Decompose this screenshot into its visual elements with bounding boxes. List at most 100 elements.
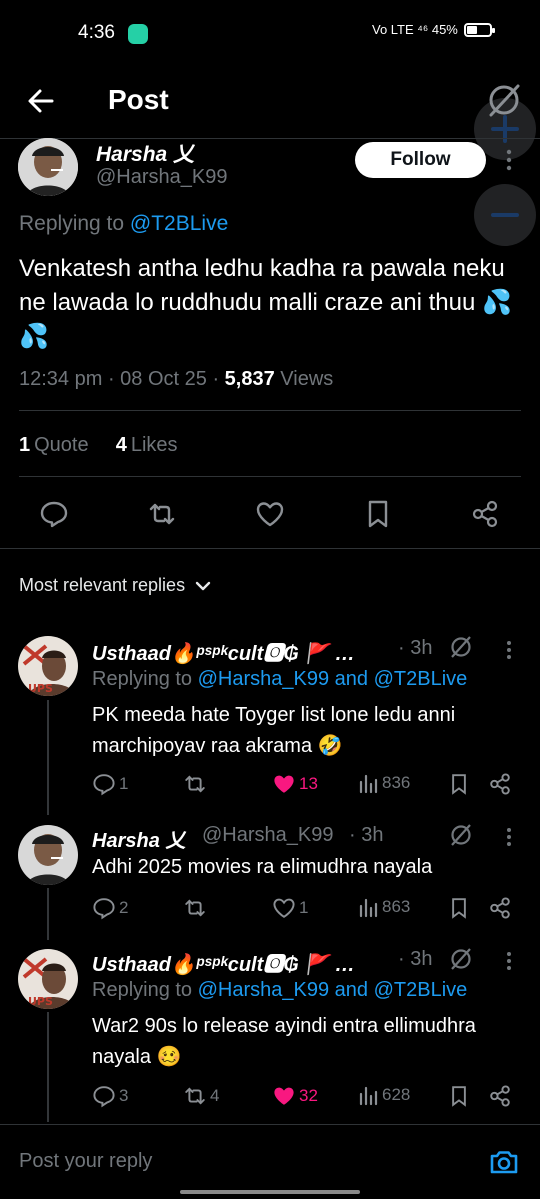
- author-handle[interactable]: @Harsha_K99: [96, 166, 227, 189]
- reply-icon: [93, 898, 115, 920]
- heart-filled-icon: [274, 1087, 294, 1105]
- retweet-icon: [185, 775, 205, 793]
- page-title: Post: [108, 84, 169, 115]
- status-indicators: Vo LTE ⁴⁶ 45%: [372, 22, 495, 37]
- reply-button[interactable]: 2: [92, 896, 128, 920]
- reply-button[interactable]: 3: [92, 1084, 128, 1108]
- grok-icon: [451, 636, 471, 658]
- views-button[interactable]: 863: [357, 896, 410, 918]
- reply-icon: [93, 1086, 115, 1108]
- quote-count: 1: [19, 434, 31, 456]
- view-count: 863: [382, 897, 411, 916]
- share-button[interactable]: [470, 499, 500, 529]
- bookmark-button[interactable]: [448, 772, 470, 796]
- like-button[interactable]: [255, 499, 285, 529]
- grok-button[interactable]: [484, 80, 524, 120]
- views-button[interactable]: 836: [357, 772, 410, 794]
- bookmark-icon: [452, 1086, 466, 1107]
- zoom-out-button[interactable]: [474, 184, 536, 246]
- camera-button[interactable]: [488, 1146, 520, 1178]
- grok-button[interactable]: [448, 822, 474, 848]
- retweet-button[interactable]: 4: [183, 1084, 219, 1108]
- like-button[interactable]: 32: [272, 1084, 318, 1108]
- svg-text:UPS: UPS: [28, 995, 53, 1008]
- reply-button[interactable]: 1: [92, 772, 128, 796]
- share-icon: [490, 897, 510, 919]
- reply-count: 3: [119, 1086, 129, 1105]
- replying-to: Replying to @Harsha_K99 and @T2BLive: [92, 668, 467, 691]
- retweet-count: 4: [210, 1086, 220, 1105]
- reply-time: · 3h: [398, 637, 433, 659]
- likes-link[interactable]: 4 Likes: [116, 434, 178, 456]
- more-vertical-icon: [507, 952, 511, 970]
- avatar[interactable]: [18, 138, 78, 196]
- retweet-icon: [149, 503, 175, 525]
- reply-author-name[interactable]: Harsha 乂: [92, 824, 185, 853]
- back-arrow-icon: [28, 89, 54, 113]
- thread-line: [47, 888, 49, 940]
- more-options-button[interactable]: [503, 951, 515, 971]
- grok-button[interactable]: [448, 946, 474, 972]
- like-count: 1: [299, 898, 309, 917]
- retweet-button[interactable]: [147, 499, 177, 529]
- retweet-button[interactable]: [183, 896, 210, 920]
- more-vertical-icon: [507, 641, 511, 659]
- reply-text: PK meeda hate Toyger list lone ledu anni…: [92, 704, 456, 757]
- more-vertical-icon: [506, 149, 512, 171]
- user-photo-icon: [18, 138, 78, 196]
- share-icon: [490, 1085, 510, 1107]
- more-options-button[interactable]: [503, 640, 515, 660]
- analytics-icon: [359, 1086, 378, 1106]
- avatar[interactable]: [18, 825, 78, 885]
- reply-author-name[interactable]: Usthaad🔥ᵖˢᵖᵏcult🅾₲ 🚩 …: [92, 948, 355, 977]
- share-button[interactable]: [488, 896, 512, 920]
- back-button[interactable]: [22, 82, 60, 120]
- reply-input[interactable]: Post your reply: [19, 1150, 152, 1173]
- tweet-meta: 12:34 pm · 08 Oct 25 · 5,837 Views: [19, 368, 334, 390]
- more-options-button[interactable]: [502, 148, 516, 172]
- share-button[interactable]: [488, 1084, 512, 1108]
- share-button[interactable]: [488, 772, 512, 796]
- replying-to-link[interactable]: @Harsha_K99 and @T2BLive: [198, 979, 468, 1001]
- views-button[interactable]: 628: [357, 1084, 410, 1106]
- sort-replies-dropdown[interactable]: Most relevant replies: [19, 575, 211, 596]
- avatar[interactable]: UPS: [18, 636, 78, 696]
- author-name[interactable]: Harsha 乂: [96, 138, 194, 168]
- reply-handle[interactable]: @Harsha_K99: [202, 824, 333, 847]
- divider: [0, 548, 540, 549]
- grok-button[interactable]: [448, 634, 474, 660]
- more-vertical-icon: [507, 828, 511, 846]
- home-indicator[interactable]: [180, 1190, 360, 1194]
- views-label: Views: [280, 368, 334, 390]
- sort-label: Most relevant replies: [19, 575, 186, 595]
- reply-text: Adhi 2025 movies ra elimudhra nayala: [92, 856, 433, 878]
- thread-line: [47, 1012, 49, 1122]
- svg-text:UPS: UPS: [28, 682, 53, 695]
- bookmark-button[interactable]: [363, 499, 393, 529]
- view-count: 836: [382, 773, 411, 792]
- retweet-icon: [185, 899, 205, 917]
- bookmark-button[interactable]: [448, 896, 470, 920]
- camera-icon: [490, 1151, 518, 1174]
- reply-time: · 3h: [398, 948, 433, 970]
- retweet-icon: [185, 1087, 205, 1105]
- user-photo-icon: UPS: [18, 949, 78, 1009]
- follow-button[interactable]: Follow: [355, 142, 486, 178]
- bookmark-button[interactable]: [448, 1084, 470, 1108]
- more-options-button[interactable]: [503, 827, 515, 847]
- divider: [19, 476, 521, 477]
- like-button[interactable]: 13: [272, 772, 318, 796]
- reply-author-name[interactable]: Usthaad🔥ᵖˢᵖᵏcult🅾₲ 🚩 …: [92, 637, 355, 666]
- grok-icon: [451, 824, 471, 846]
- replying-to-link[interactable]: @Harsha_K99 and @T2BLive: [198, 668, 468, 690]
- reply-button[interactable]: [39, 499, 69, 529]
- avatar[interactable]: UPS: [18, 949, 78, 1009]
- tweet-date: 08 Oct 25: [120, 368, 207, 390]
- retweet-button[interactable]: [183, 772, 210, 796]
- analytics-icon: [359, 898, 378, 918]
- like-button[interactable]: 1: [272, 896, 308, 920]
- grok-icon: [451, 948, 471, 970]
- quotes-link[interactable]: 1 Quote: [19, 434, 89, 456]
- replying-to-link[interactable]: @T2BLive: [130, 212, 228, 235]
- tweet-time: 12:34 pm: [19, 368, 103, 390]
